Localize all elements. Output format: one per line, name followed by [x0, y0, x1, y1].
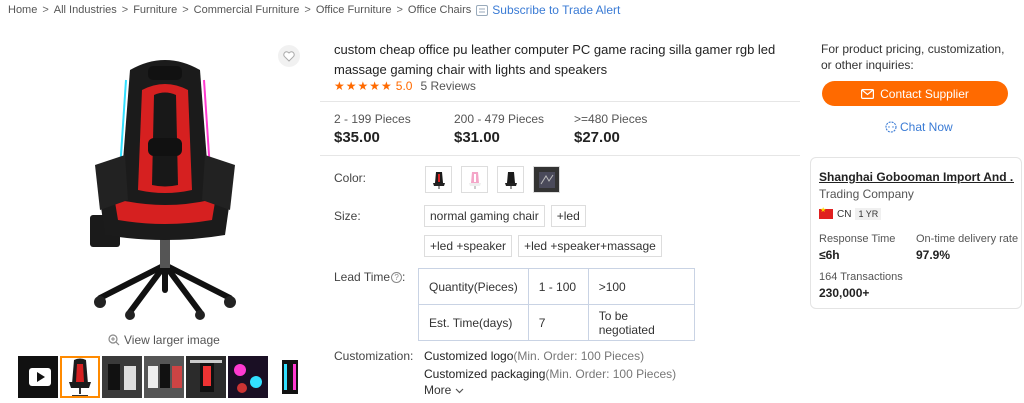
thumbnail-image[interactable]: [186, 356, 226, 398]
price-tiers: 2 - 199 Pieces $35.00 200 - 479 Pieces $…: [334, 112, 694, 146]
contact-supplier-label: Contact Supplier: [880, 86, 969, 101]
chat-now-link[interactable]: Chat Now: [885, 120, 953, 134]
subscribe-trade-alert-link[interactable]: Subscribe to Trade Alert: [492, 3, 620, 17]
supplier-badges: CN 1 YR: [819, 206, 882, 220]
transactions-label: 164 Transactions: [819, 271, 903, 283]
table-cell: 7: [527, 304, 589, 341]
customization-list: Customized logo(Min. Order: 100 Pieces) …: [424, 347, 676, 383]
alert-icon: [476, 4, 489, 16]
breadcrumb-home[interactable]: Home: [8, 4, 37, 16]
tier-quantity: 2 - 199 Pieces: [334, 112, 411, 126]
price-tier: 200 - 479 Pieces $31.00: [454, 112, 574, 146]
customization-moq: (Min. Order: 100 Pieces): [545, 367, 677, 381]
thumbnail-strip: [18, 356, 310, 398]
thumbnail-video[interactable]: [18, 356, 58, 398]
contact-supplier-button[interactable]: Contact Supplier: [822, 81, 1008, 106]
supplier-name-link[interactable]: Shanghai Gobooman Import And ...: [819, 170, 1014, 184]
color-option-black-red[interactable]: [425, 166, 452, 193]
color-swatches: [425, 166, 560, 193]
table-row: Quantity(Pieces) 1 - 100 >100: [418, 268, 695, 305]
more-customization-button[interactable]: More: [424, 383, 464, 397]
breadcrumb: Home > All Industries > Furniture > Commerc…: [8, 3, 621, 17]
view-larger-label: View larger image: [124, 333, 220, 347]
size-options: normal gaming chair +led +led +speaker +…: [424, 205, 674, 257]
view-larger-image-link[interactable]: View larger image: [108, 333, 220, 347]
breadcrumb-commercial-furniture[interactable]: Commercial Furniture: [194, 4, 300, 16]
size-option[interactable]: +led +speaker: [424, 235, 513, 257]
breadcrumb-all-industries[interactable]: All Industries: [54, 4, 117, 16]
size-option[interactable]: +led +speaker+massage: [518, 235, 662, 257]
reviews-link[interactable]: 5 Reviews: [420, 79, 475, 93]
lead-time-table: Quantity(Pieces) 1 - 100 >100 Est. Time(…: [418, 268, 695, 341]
divider: [320, 155, 800, 156]
chevron-down-icon: [455, 388, 464, 394]
supplier-years-badge: 1 YR: [855, 208, 882, 220]
lead-time-text: Lead Time: [334, 270, 391, 284]
table-cell: Quantity(Pieces): [418, 268, 529, 305]
customization-moq: (Min. Order: 100 Pieces): [513, 349, 645, 363]
price-tier: >=480 Pieces $27.00: [574, 112, 694, 146]
tier-price: $27.00: [574, 129, 620, 146]
price-tier: 2 - 199 Pieces $35.00: [334, 112, 454, 146]
customization-item: Customized packaging(Min. Order: 100 Pie…: [424, 365, 676, 383]
response-time-value: ≤6h: [819, 248, 840, 262]
star-rating-icon: ★★★★★: [334, 79, 393, 93]
thumbnail-image[interactable]: [60, 356, 100, 398]
thumbnail-image[interactable]: [228, 356, 268, 398]
china-flag-icon: [819, 206, 833, 219]
tier-price: $35.00: [334, 129, 380, 146]
more-label: More: [424, 383, 452, 397]
color-option-black[interactable]: [497, 166, 524, 193]
size-label: Size:: [334, 209, 361, 223]
thumbnail-image[interactable]: [102, 356, 142, 398]
table-cell: >100: [587, 268, 695, 305]
tier-quantity: 200 - 479 Pieces: [454, 112, 545, 126]
thumbnail-image[interactable]: [144, 356, 184, 398]
divider: [320, 101, 800, 102]
favorite-button[interactable]: [278, 45, 300, 67]
play-icon: [29, 368, 51, 386]
mail-icon: [861, 88, 875, 99]
heart-icon: [283, 50, 295, 62]
size-option[interactable]: +led: [550, 205, 586, 227]
table-row: Est. Time(days) 7 To be negotiated: [418, 304, 695, 341]
inquiry-text: For product pricing, customization, or o…: [821, 42, 1005, 72]
lead-time-label: Lead Time?:: [334, 270, 406, 284]
customization-label: Customization:: [334, 349, 414, 363]
supplier-country: CN: [837, 208, 852, 220]
delivery-rate-label: On-time delivery rate: [916, 233, 1019, 245]
supplier-type: Trading Company: [819, 187, 914, 201]
size-option[interactable]: normal gaming chair: [424, 205, 545, 227]
customization-name: Customized logo: [424, 349, 514, 363]
tier-price: $31.00: [454, 129, 500, 146]
help-icon[interactable]: ?: [391, 272, 403, 284]
color-label: Color:: [334, 171, 367, 185]
breadcrumb-office-chairs[interactable]: Office Chairs: [408, 4, 471, 16]
thumbnail-image[interactable]: [270, 356, 310, 398]
table-cell: Est. Time(days): [418, 304, 529, 341]
table-cell: 1 - 100: [527, 268, 589, 305]
rating-score: 5.0: [395, 79, 413, 93]
color-option-dark-print[interactable]: [533, 166, 560, 193]
chat-icon: [885, 121, 897, 133]
zoom-icon: [108, 334, 120, 346]
product-main-image[interactable]: [60, 50, 270, 320]
transactions-value: 230,000+: [819, 286, 870, 300]
rating-row: ★★★★★ 5.0 5 Reviews: [334, 79, 476, 93]
customization-name: Customized packaging: [424, 367, 546, 381]
breadcrumb-office-furniture[interactable]: Office Furniture: [316, 4, 392, 16]
table-cell: To be negotiated: [587, 304, 695, 341]
tier-quantity: >=480 Pieces: [574, 112, 648, 126]
response-time-label: Response Time: [819, 233, 896, 245]
color-option-pink[interactable]: [461, 166, 488, 193]
chat-now-label: Chat Now: [900, 120, 953, 134]
supplier-card: Shanghai Gobooman Import And ... Trading…: [810, 157, 1022, 309]
product-title: custom cheap office pu leather computer …: [334, 42, 776, 77]
customization-item: Customized logo(Min. Order: 100 Pieces): [424, 347, 676, 365]
breadcrumb-furniture[interactable]: Furniture: [133, 4, 177, 16]
delivery-rate-value: 97.9%: [916, 248, 951, 262]
